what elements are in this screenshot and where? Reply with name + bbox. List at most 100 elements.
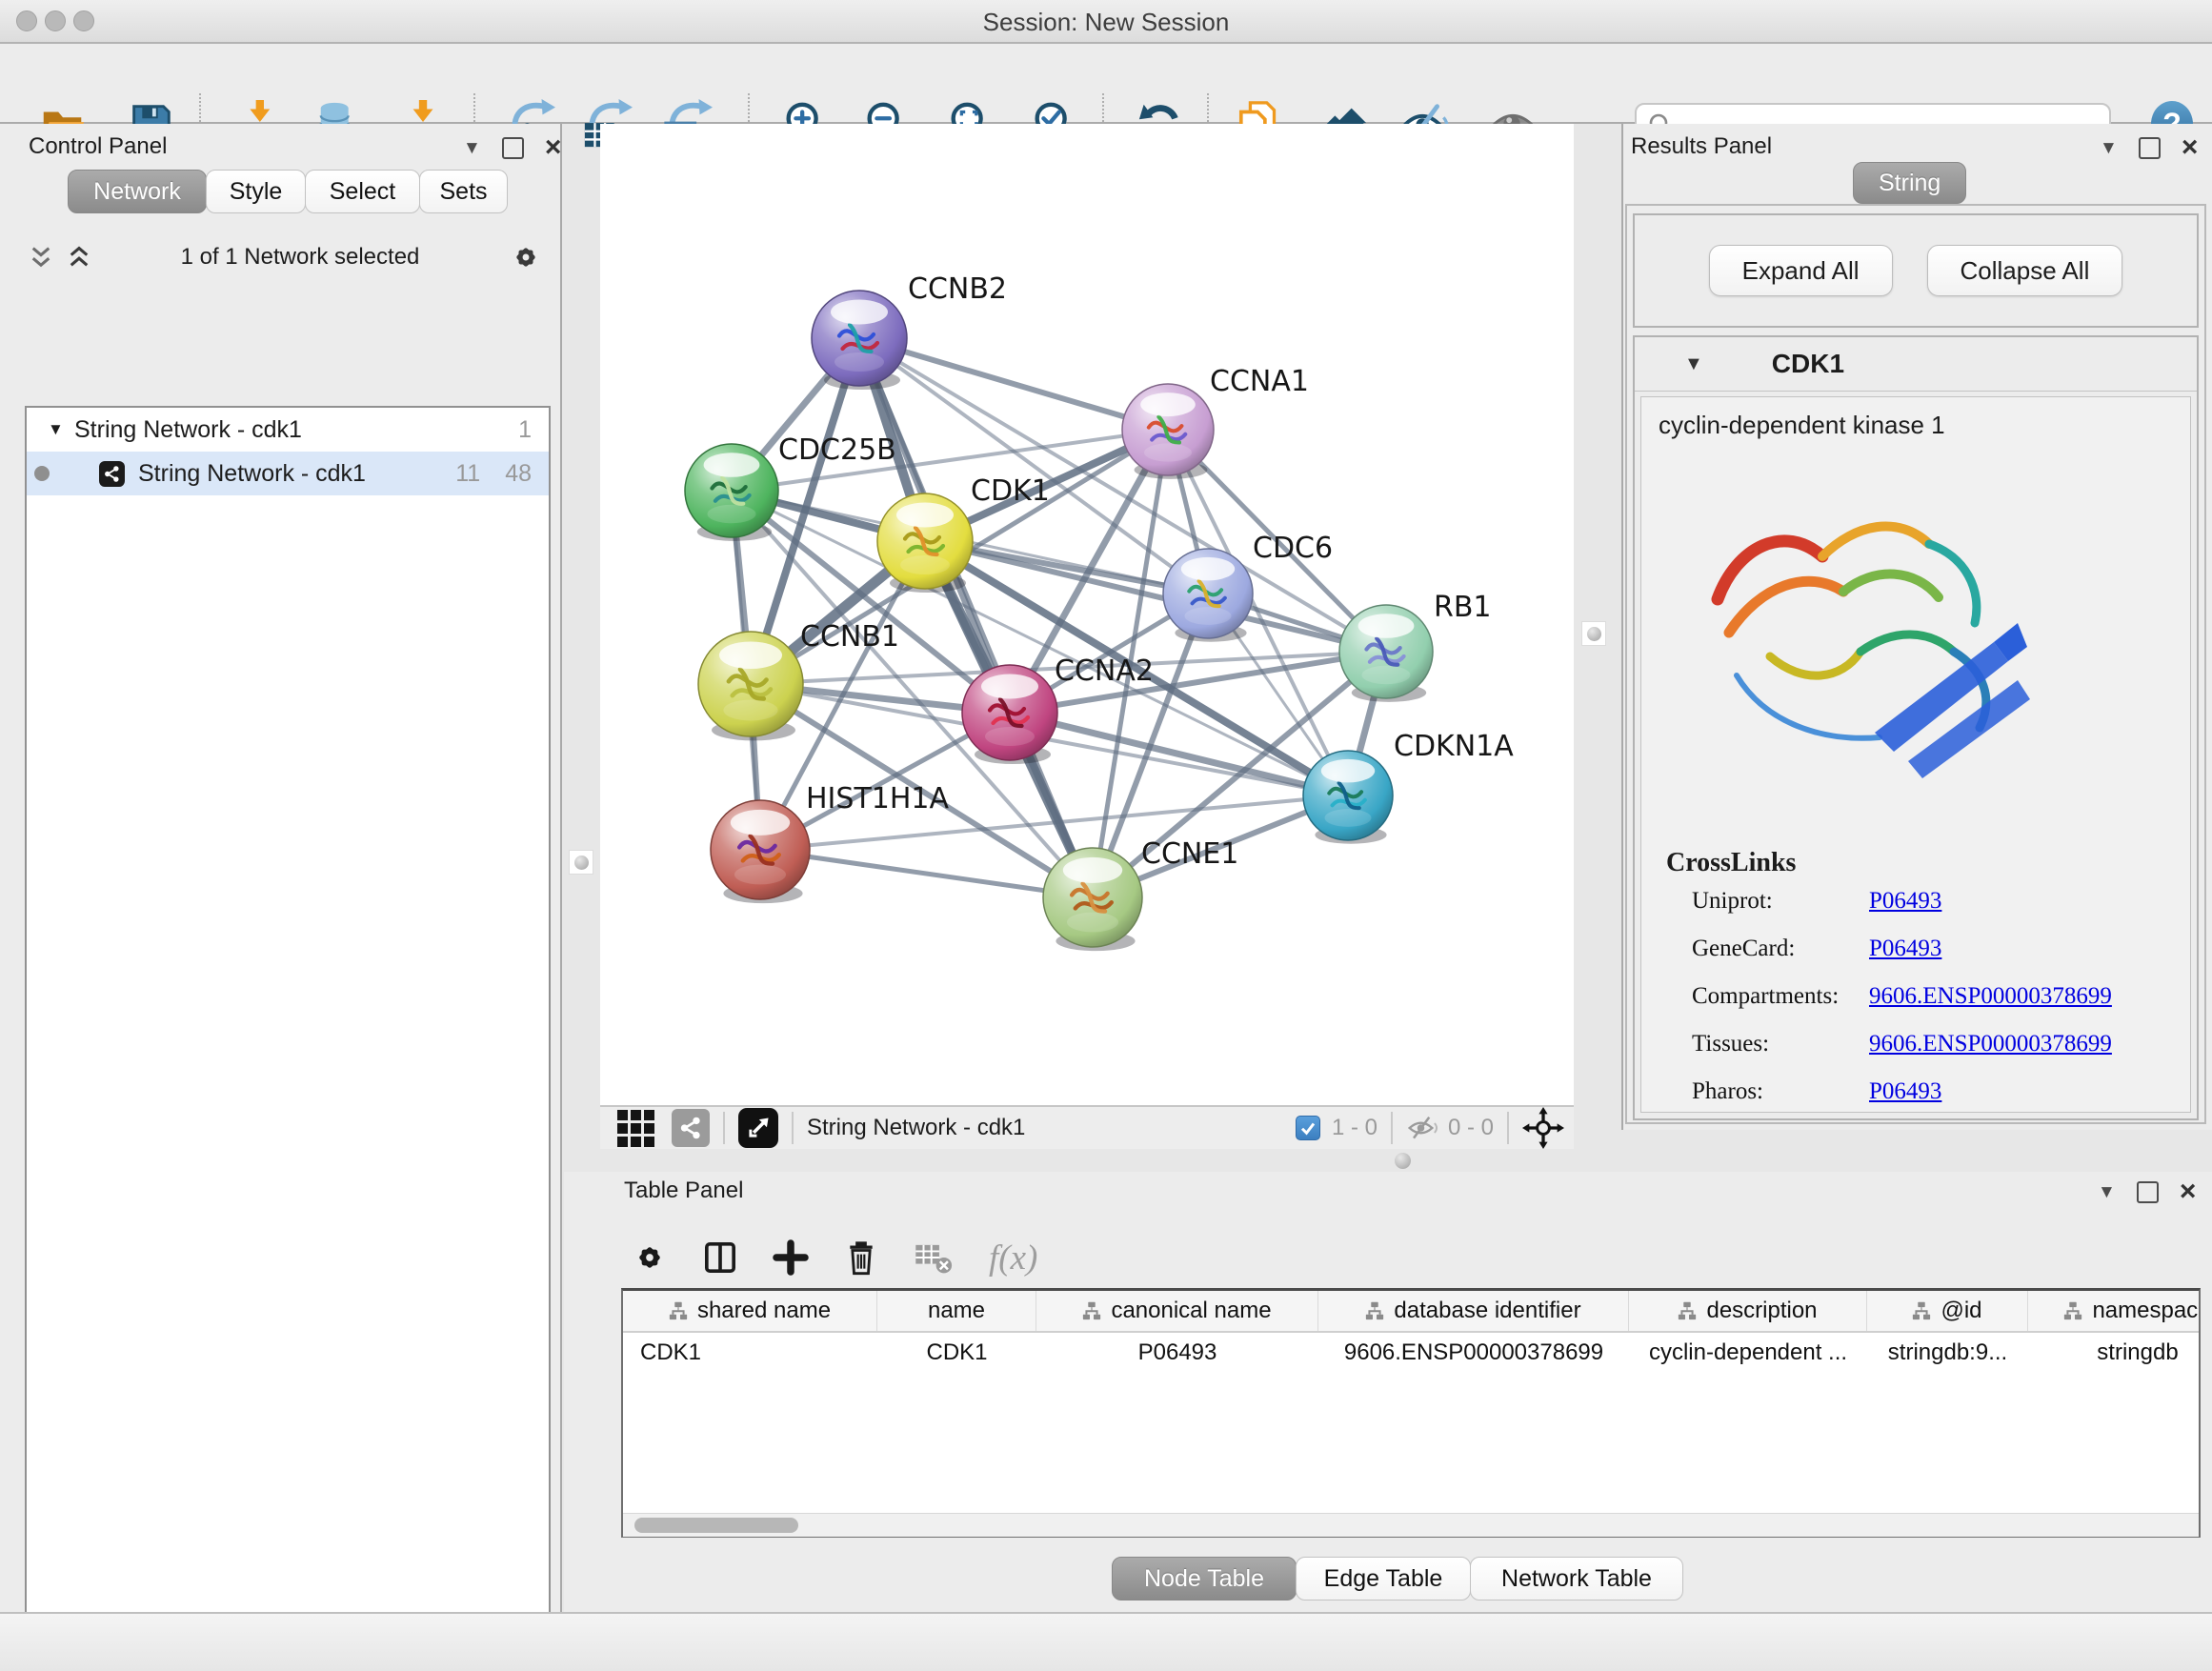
expand-all-icon[interactable] — [67, 245, 91, 270]
collapse-all-icon[interactable] — [29, 245, 53, 270]
panel-close-icon[interactable]: × — [2180, 1178, 2197, 1206]
collapse-all-button[interactable]: Collapse All — [1927, 245, 2123, 296]
column-header-name[interactable]: name — [877, 1291, 1036, 1331]
table-cell[interactable]: CDK1 — [877, 1333, 1036, 1373]
crosslink-label: Uniprot: — [1692, 888, 1869, 915]
node-label: CCNB2 — [908, 272, 1007, 306]
scrollbar-thumb[interactable] — [634, 1518, 798, 1533]
delete-column-icon[interactable] — [842, 1238, 880, 1277]
node-label: CDC25B — [778, 433, 896, 467]
gene-description: cyclin-dependent kinase 1 — [1659, 411, 2190, 440]
tree-expand-icon[interactable]: ▼ — [48, 420, 74, 439]
network-node-CDK1[interactable]: CDK1 — [877, 474, 1050, 593]
string-view-icon[interactable] — [672, 1109, 710, 1147]
node-label: CDC6 — [1253, 532, 1333, 565]
table-cell[interactable]: stringdb:9... — [1867, 1333, 2028, 1373]
selected-count: 1 - 0 — [1332, 1115, 1377, 1141]
gene-section-header[interactable]: ▼ CDK1 — [1635, 337, 2197, 392]
hierarchy-icon — [1082, 1301, 1101, 1320]
control-panel-tabs: NetworkStyleSelectSets — [69, 170, 508, 213]
table-header-row: shared namenamecanonical namedatabase id… — [623, 1291, 2199, 1333]
bar-separator — [723, 1112, 725, 1144]
network-edge-HIST1H1A-CCNE1[interactable] — [760, 850, 1093, 897]
table-cell[interactable]: CDK1 — [623, 1333, 877, 1373]
table-panel-controls: ▼ × — [2098, 1178, 2196, 1206]
bottom-splitter-handle[interactable] — [1395, 1153, 1411, 1169]
panel-close-icon[interactable]: × — [545, 133, 562, 162]
network-canvas[interactable]: CCNB2CCNA1CDC25BCDK1CDC6RB1CCNB1CCNA2CDK… — [600, 124, 1574, 1105]
column-header-canonical-name[interactable]: canonical name — [1036, 1291, 1318, 1331]
table-cell[interactable]: stringdb — [2028, 1333, 2201, 1373]
tab-network-table[interactable]: Network Table — [1470, 1557, 1683, 1601]
protein-structure-image — [1679, 456, 2051, 799]
panel-menu-icon[interactable]: ▼ — [2098, 1183, 2116, 1201]
right-splitter-handle[interactable] — [1581, 621, 1606, 646]
tab-node-table[interactable]: Node Table — [1112, 1557, 1297, 1601]
panel-menu-icon[interactable]: ▼ — [2100, 139, 2118, 157]
panel-menu-icon[interactable]: ▼ — [463, 139, 481, 157]
crosslink-row: GeneCard:P06493 — [1692, 936, 2190, 962]
crosslink-row: Tissues:9606.ENSP00000378699 — [1692, 1031, 2190, 1057]
left-splitter-handle[interactable] — [569, 850, 593, 875]
control-panel-title: Control Panel — [29, 133, 167, 160]
panel-float-icon[interactable] — [2137, 1181, 2159, 1203]
collapse-section-icon[interactable]: ▼ — [1684, 353, 1703, 375]
column-header-database-identifier[interactable]: database identifier — [1318, 1291, 1629, 1331]
fit-selected-crosshair-icon[interactable] — [1522, 1107, 1564, 1149]
add-column-icon[interactable] — [772, 1238, 810, 1277]
network-node-CCNE1[interactable]: CCNE1 — [1043, 837, 1238, 951]
table-tabs: Node TableEdge TableNetwork Table — [1113, 1557, 1683, 1601]
gear-icon[interactable] — [509, 240, 543, 274]
panel-close-icon[interactable]: × — [2182, 133, 2199, 162]
tab-string[interactable]: String — [1853, 162, 1966, 204]
network-tree: ▼ String Network - cdk1 1 String Network… — [25, 406, 551, 1671]
crosslink-link[interactable]: 9606.ENSP00000378699 — [1869, 983, 2112, 1010]
gear-icon[interactable] — [631, 1238, 669, 1277]
gene-name: CDK1 — [1772, 349, 1844, 379]
network-node-CCNA1[interactable]: CCNA1 — [1122, 365, 1309, 479]
crosslink-link[interactable]: P06493 — [1869, 1078, 1941, 1105]
hierarchy-icon — [669, 1301, 688, 1320]
tab-network[interactable]: Network — [68, 170, 207, 213]
network-collection-row[interactable]: ▼ String Network - cdk1 1 — [27, 408, 549, 452]
tab-sets[interactable]: Sets — [419, 170, 508, 213]
crosslink-link[interactable]: P06493 — [1869, 936, 1941, 962]
table-row[interactable]: CDK1CDK1P064939606.ENSP00000378699cyclin… — [623, 1333, 2199, 1373]
grid-view-icon[interactable] — [617, 1110, 654, 1147]
network-node-CDKN1A[interactable]: CDKN1A — [1303, 730, 1514, 844]
expand-all-button[interactable]: Expand All — [1709, 245, 1893, 296]
network-collection-label: String Network - cdk1 — [74, 416, 518, 444]
tab-style[interactable]: Style — [206, 170, 306, 213]
crosslink-link[interactable]: P06493 — [1869, 888, 1941, 915]
network-row-selected[interactable]: String Network - cdk1 11 48 — [27, 452, 549, 495]
selected-checkbox[interactable] — [1296, 1116, 1320, 1140]
results-panel-controls: ▼ × — [2100, 133, 2198, 162]
column-header-shared-name[interactable]: shared name — [623, 1291, 877, 1331]
hierarchy-icon — [1365, 1301, 1384, 1320]
column-header-namespace[interactable]: namespace — [2028, 1291, 2201, 1331]
birdseye-button[interactable] — [738, 1108, 778, 1148]
tab-edge-table[interactable]: Edge Table — [1296, 1557, 1471, 1601]
show-columns-icon[interactable] — [701, 1238, 739, 1277]
hierarchy-icon — [1678, 1301, 1697, 1320]
node-label: CCNA2 — [1055, 654, 1154, 688]
tab-select[interactable]: Select — [305, 170, 420, 213]
network-node-RB1[interactable]: RB1 — [1339, 591, 1492, 702]
column-header-@id[interactable]: @id — [1867, 1291, 2028, 1331]
crosslink-label: Compartments: — [1692, 983, 1869, 1010]
gene-details: cyclin-dependent kinase 1 CrossLinks Uni… — [1640, 396, 2191, 1113]
table-cell[interactable]: cyclin-dependent ... — [1629, 1333, 1867, 1373]
network-selected-status: 1 of 1 Network selected — [91, 244, 509, 271]
crosslink-link[interactable]: 9606.ENSP00000378699 — [1869, 1031, 2112, 1057]
edge-count: 48 — [505, 460, 532, 488]
panel-float-icon[interactable] — [2139, 137, 2161, 159]
crosslinks-title: CrossLinks — [1666, 848, 2190, 878]
column-header-description[interactable]: description — [1629, 1291, 1867, 1331]
table-cell[interactable]: P06493 — [1036, 1333, 1318, 1373]
panel-float-icon[interactable] — [502, 137, 524, 159]
app-window: Session: New Session — [0, 0, 2212, 1671]
title-bar: Session: New Session — [0, 0, 2212, 44]
table-cell[interactable]: 9606.ENSP00000378699 — [1318, 1333, 1629, 1373]
table-horizontal-scrollbar[interactable] — [623, 1513, 2199, 1537]
main-toolbar: ? — [0, 44, 2212, 124]
